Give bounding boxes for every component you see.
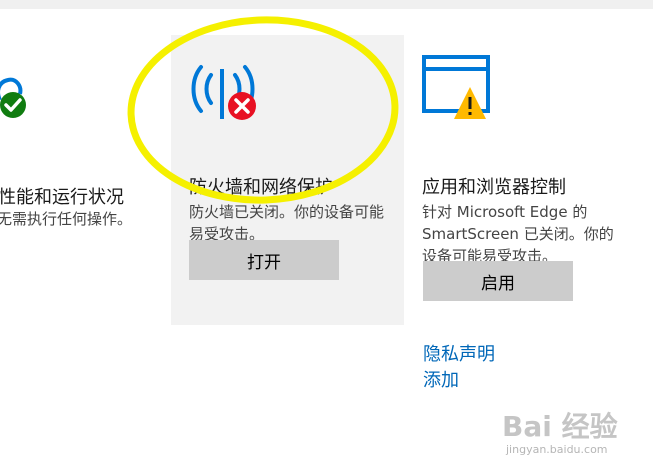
- firewall-card[interactable]: 防火墙和网络保护 防火墙已关闭。你的设备可能易受攻击。 打开: [171, 35, 404, 325]
- heart-check-icon: [0, 77, 26, 118]
- health-card[interactable]: 性能和运行状况 无需执行任何操作。: [0, 35, 160, 325]
- health-card-title: 性能和运行状况: [0, 187, 124, 208]
- top-strip: [0, 0, 653, 9]
- app-browser-card-text: 应用和浏览器控制 针对 Microsoft Edge 的 SmartScreen…: [422, 175, 627, 267]
- enable-smartscreen-button[interactable]: 启用: [423, 261, 573, 301]
- app-browser-card-title: 应用和浏览器控制: [422, 177, 566, 198]
- firewall-card-title: 防火墙和网络保护: [189, 177, 333, 198]
- privacy-statement-link[interactable]: 隐私声明: [423, 342, 495, 368]
- firewall-error-icon: [191, 65, 256, 120]
- browser-warning-icon: [422, 55, 490, 119]
- add-link[interactable]: 添加: [423, 368, 495, 394]
- watermark-url: jingyan.baidu.com: [506, 443, 608, 456]
- firewall-card-text: 防火墙和网络保护 防火墙已关闭。你的设备可能易受攻击。: [189, 175, 394, 245]
- links-group: 隐私声明 添加: [423, 342, 495, 394]
- app-browser-card-desc: 针对 Microsoft Edge 的 SmartScreen 已关闭。你的设备…: [422, 203, 614, 265]
- turn-on-firewall-button[interactable]: 打开: [189, 240, 339, 280]
- firewall-card-desc: 防火墙已关闭。你的设备可能易受攻击。: [189, 203, 385, 243]
- health-card-desc: 无需执行任何操作。: [0, 210, 133, 228]
